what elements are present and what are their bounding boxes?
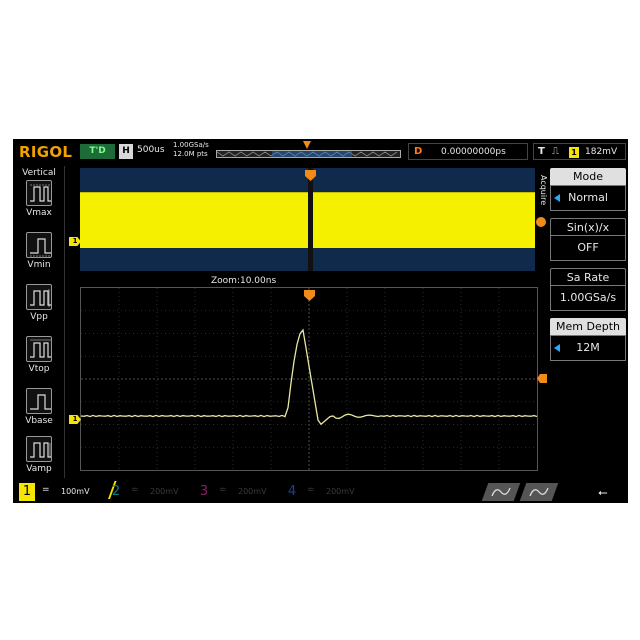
trigger-level-arrow <box>537 374 547 383</box>
sa-rate-value-box: 1.00GSa/s <box>550 285 626 311</box>
mode-title: Mode <box>550 168 626 185</box>
ch2-number: 2 <box>111 484 121 499</box>
ch2-coupling: = <box>131 485 139 495</box>
measurement-category: Vertical <box>22 168 56 178</box>
sample-rate: 1.00GSa/s <box>173 141 209 149</box>
mem-depth-value: 12M <box>576 341 600 354</box>
left-arrow-icon <box>554 344 560 352</box>
channel-4-button[interactable]: 4 = 200mV <box>284 483 372 501</box>
measure-vpp[interactable]: Vpp <box>18 284 60 322</box>
measure-vmin[interactable]: Vmin <box>18 232 60 270</box>
acquire-menu-label: Acquire <box>539 174 548 206</box>
mem-depth-value-box: 12M <box>550 335 626 361</box>
ch4-coupling: = <box>307 485 315 495</box>
delay-label: D <box>414 146 423 157</box>
zoomed-waveform-grid[interactable] <box>80 287 538 471</box>
ch4-number: 4 <box>287 484 297 499</box>
graticule <box>81 288 537 470</box>
ch1-number: 1 <box>19 483 35 501</box>
oscilloscope-screen: RIGOL T'D H 500us 1.00GSa/s 12.0M pts D … <box>13 139 628 503</box>
sinx-title: Sin(x)/x <box>550 218 626 235</box>
trigger-info[interactable]: T ⎍ 1 182mV <box>533 143 626 160</box>
memory-strip-waveform <box>217 151 398 157</box>
trigger-level-marker <box>536 217 546 227</box>
overview-trigger-marker <box>305 170 316 181</box>
trigger-level: 182mV <box>585 147 618 157</box>
measurement-sidebar: Vertical Vmax Vmin Vpp Vtop Vbase Vamp <box>13 166 65 478</box>
ch3-coupling: = <box>219 485 227 495</box>
channel-2-button[interactable]: 2 = 200mV <box>108 483 196 501</box>
vtop-icon <box>26 336 52 362</box>
measure-vamp[interactable]: Vamp <box>18 436 60 474</box>
ch3-scale: 200mV <box>238 487 267 496</box>
ch2-scale: 200mV <box>150 487 179 496</box>
usb-icon[interactable]: ⭠ <box>598 485 608 500</box>
ch4-scale: 200mV <box>326 487 355 496</box>
brand-logo: RIGOL <box>19 143 73 161</box>
channel-1-button[interactable]: 1 = 100mV <box>19 483 109 501</box>
channel-3-button[interactable]: 3 = 200mV <box>196 483 284 501</box>
ch1-scale: 100mV <box>61 487 90 496</box>
vtop-label: Vtop <box>28 364 50 374</box>
zoom-window-indicator[interactable] <box>308 168 313 271</box>
mode-value: Normal <box>568 191 608 204</box>
generator-1-button[interactable] <box>481 483 521 501</box>
trigger-status[interactable]: T'D <box>80 144 115 159</box>
memory-points: 12.0M pts <box>173 150 208 158</box>
zoom-timebase-label: Zoom:10.00ns <box>211 276 277 286</box>
vmin-icon <box>26 232 52 258</box>
sinx-value: OFF <box>577 241 599 254</box>
mode-value-box: Normal <box>550 185 626 211</box>
left-arrow-icon <box>554 194 560 202</box>
mem-depth-title: Mem Depth <box>550 318 626 335</box>
vamp-label: Vamp <box>26 464 52 474</box>
overview-waveform-window[interactable] <box>80 168 535 271</box>
measure-vtop[interactable]: Vtop <box>18 336 60 374</box>
vmax-icon <box>26 180 52 206</box>
sinx-value-box: OFF <box>550 235 626 261</box>
softkey-sa-rate[interactable]: Sa Rate 1.00GSa/s <box>550 268 626 312</box>
measure-vmax[interactable]: Vmax <box>18 180 60 218</box>
softkey-mode[interactable]: Mode Normal <box>550 168 626 212</box>
sample-info: 1.00GSa/s 12.0M pts <box>173 141 209 159</box>
vamp-icon <box>26 436 52 462</box>
trigger-source: 1 <box>569 147 579 158</box>
status-bar: RIGOL T'D H 500us 1.00GSa/s 12.0M pts D … <box>13 139 628 165</box>
sa-rate-title: Sa Rate <box>550 268 626 285</box>
generator-1-icon <box>491 487 511 497</box>
generator-2-icon <box>529 487 549 497</box>
vbase-icon <box>26 388 52 414</box>
ch1-coupling: = <box>42 485 50 495</box>
softkey-sinx[interactable]: Sin(x)/x OFF <box>550 218 626 262</box>
generator-2-button[interactable] <box>519 483 559 501</box>
timebase-value[interactable]: 500us <box>137 145 165 155</box>
measure-vbase[interactable]: Vbase <box>18 388 60 426</box>
trigger-label: T <box>538 146 545 157</box>
acquire-softkey-menu: Mode Normal Sin(x)/x OFF Sa Rate 1.00GSa… <box>550 166 626 478</box>
channel-bar: 1 = 100mV 2 = 200mV 3 = 200mV 4 = 200mV … <box>13 481 628 503</box>
trigger-edge-icon: ⎍ <box>552 146 559 157</box>
delay-indicator[interactable]: D 0.00000000ps <box>408 143 528 160</box>
delay-value: 0.00000000ps <box>441 147 506 157</box>
vpp-icon <box>26 284 52 310</box>
ch3-number: 3 <box>199 484 209 499</box>
horizontal-label[interactable]: H <box>119 144 133 159</box>
memory-position-strip[interactable] <box>216 150 401 158</box>
vmax-label: Vmax <box>26 208 52 218</box>
memory-trigger-marker <box>303 141 311 149</box>
sa-rate-value: 1.00GSa/s <box>559 291 617 304</box>
vpp-label: Vpp <box>30 312 48 322</box>
softkey-mem-depth[interactable]: Mem Depth 12M <box>550 318 626 362</box>
vbase-label: Vbase <box>25 416 53 426</box>
vmin-label: Vmin <box>27 260 51 270</box>
